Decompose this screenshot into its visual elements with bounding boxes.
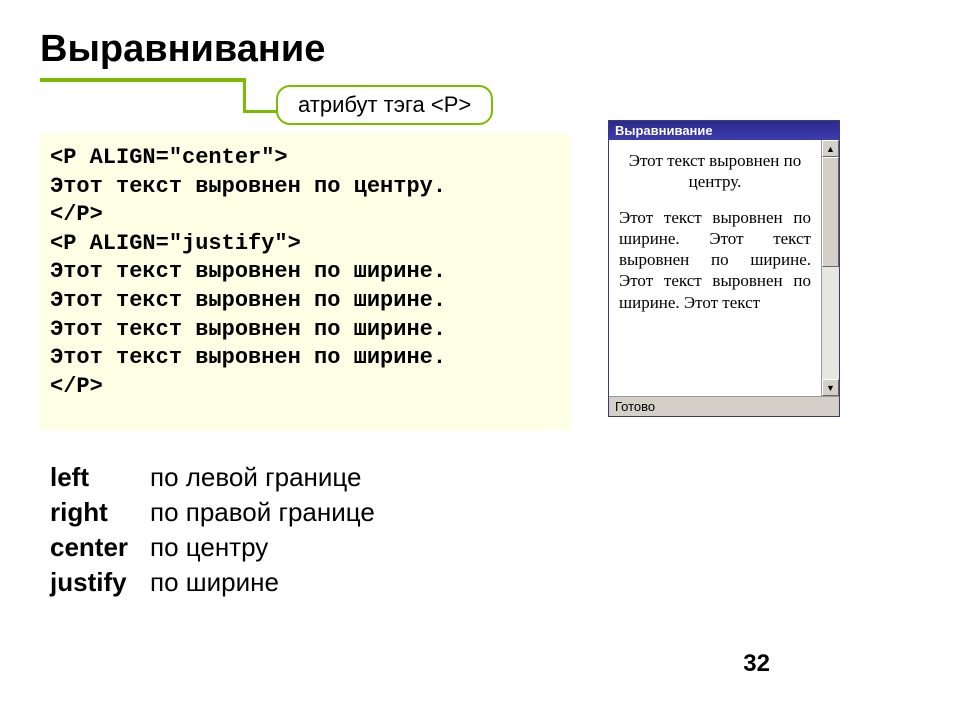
definition-value: по ширине: [150, 565, 279, 600]
scroll-up-icon[interactable]: ▲: [822, 140, 839, 157]
code-line: </P>: [50, 373, 560, 402]
code-line: Этот текст выровнен по ширине.: [50, 316, 560, 345]
code-line: Этот текст выровнен по центру.: [50, 173, 560, 202]
code-example: <P ALIGN="center"> Этот текст выровнен п…: [40, 134, 570, 430]
definition-key: right: [50, 495, 150, 530]
code-line: </P>: [50, 201, 560, 230]
title-underline: [40, 78, 246, 82]
browser-titlebar: Выравнивание: [609, 121, 839, 140]
centered-paragraph: Этот текст выровнен по центру.: [619, 150, 811, 193]
attribute-callout: атрибут тэга <P>: [276, 85, 493, 125]
definition-value: по левой границе: [150, 460, 361, 495]
scroll-down-icon[interactable]: ▼: [822, 379, 839, 396]
code-line: Этот текст выровнен по ширине.: [50, 344, 560, 373]
callout-connector-v: [243, 81, 246, 112]
code-line: Этот текст выровнен по ширине.: [50, 287, 560, 316]
definitions-list: left по левой границе right по правой гр…: [50, 460, 375, 600]
definition-row: justify по ширине: [50, 565, 375, 600]
code-line: <P ALIGN="center">: [50, 144, 560, 173]
scrollbar[interactable]: ▲ ▼: [821, 140, 839, 396]
callout-connector-h: [243, 110, 277, 113]
justified-paragraph: Этот текст выровнен по ширине. Этот текс…: [619, 207, 811, 313]
definition-key: center: [50, 530, 150, 565]
browser-statusbar: Готово: [609, 396, 839, 416]
definition-row: left по левой границе: [50, 460, 375, 495]
definition-value: по правой границе: [150, 495, 375, 530]
code-line: <P ALIGN="justify">: [50, 230, 560, 259]
slide-title: Выравнивание: [40, 28, 325, 71]
scrollbar-thumb[interactable]: [822, 157, 839, 267]
definition-row: right по правой границе: [50, 495, 375, 530]
definition-key: left: [50, 460, 150, 495]
browser-preview: Выравнивание Этот текст выровнен по цент…: [608, 120, 840, 417]
browser-body: Этот текст выровнен по центру. Этот текс…: [609, 140, 839, 396]
scrollbar-track[interactable]: [822, 157, 839, 379]
code-line: Этот текст выровнен по ширине.: [50, 258, 560, 287]
definition-row: center по центру: [50, 530, 375, 565]
definition-value: по центру: [150, 530, 268, 565]
browser-content: Этот текст выровнен по центру. Этот текс…: [609, 140, 821, 396]
page-number: 32: [743, 650, 770, 678]
definition-key: justify: [50, 565, 150, 600]
